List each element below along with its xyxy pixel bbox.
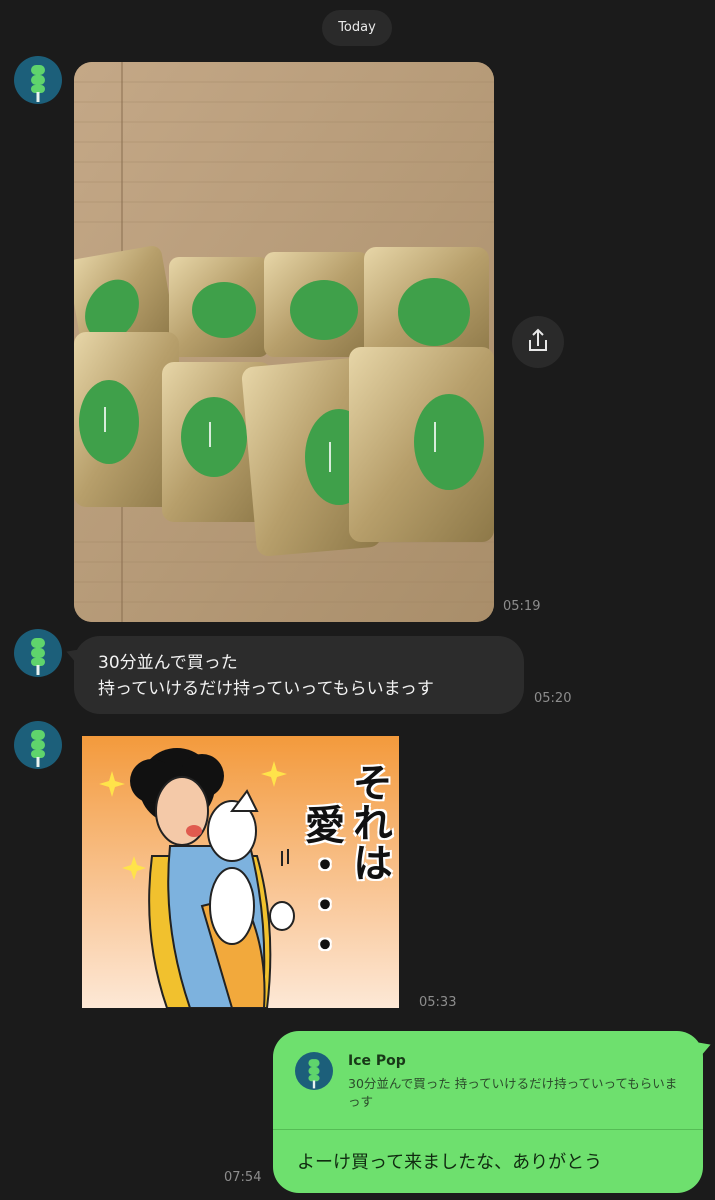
message-timestamp: 05:20: [534, 691, 572, 706]
sender-avatar[interactable]: [14, 629, 62, 677]
tea-bags-photo: [74, 62, 494, 622]
message-line: 持っていけるだけ持っていってもらいまっす: [98, 679, 434, 699]
outgoing-reply-bubble[interactable]: Ice Pop 30分並んで買った 持っていけるだけ持っていってもらいまっす よ…: [273, 1031, 703, 1193]
sender-avatar[interactable]: [14, 721, 62, 769]
incoming-text-bubble[interactable]: 30分並んで買った 持っていけるだけ持っていってもらいまっす: [74, 636, 524, 714]
message-timestamp: 07:54: [224, 1170, 262, 1185]
share-button[interactable]: [512, 316, 564, 368]
sticker-message[interactable]: それは 愛・・・: [82, 736, 399, 1008]
sticker-text-line: 愛・・・: [298, 804, 345, 964]
green-bug-icon: [31, 65, 45, 102]
green-bug-icon: [308, 1059, 320, 1089]
green-bug-icon: [31, 638, 45, 675]
message-timestamp: 05:19: [503, 599, 541, 614]
quoted-text: 30分並んで買った 持っていけるだけ持っていってもらいまっす: [348, 1076, 678, 1109]
message-timestamp: 05:33: [419, 995, 457, 1010]
share-icon: [529, 328, 547, 351]
date-separator: Today: [322, 10, 392, 46]
sender-avatar[interactable]: [14, 56, 62, 104]
reply-divider: [273, 1129, 703, 1130]
green-bug-icon: [31, 730, 45, 767]
photo-message[interactable]: [74, 62, 494, 622]
quoted-message[interactable]: Ice Pop 30分並んで買った 持っていけるだけ持っていってもらいまっす: [293, 1049, 688, 1135]
quoted-sender-name: Ice Pop: [348, 1053, 406, 1069]
quoted-avatar: [295, 1052, 333, 1090]
message-line: 30分並んで買った: [98, 653, 238, 673]
reply-body-text: よーけ買って来ましたな、ありがとう: [297, 1152, 603, 1173]
